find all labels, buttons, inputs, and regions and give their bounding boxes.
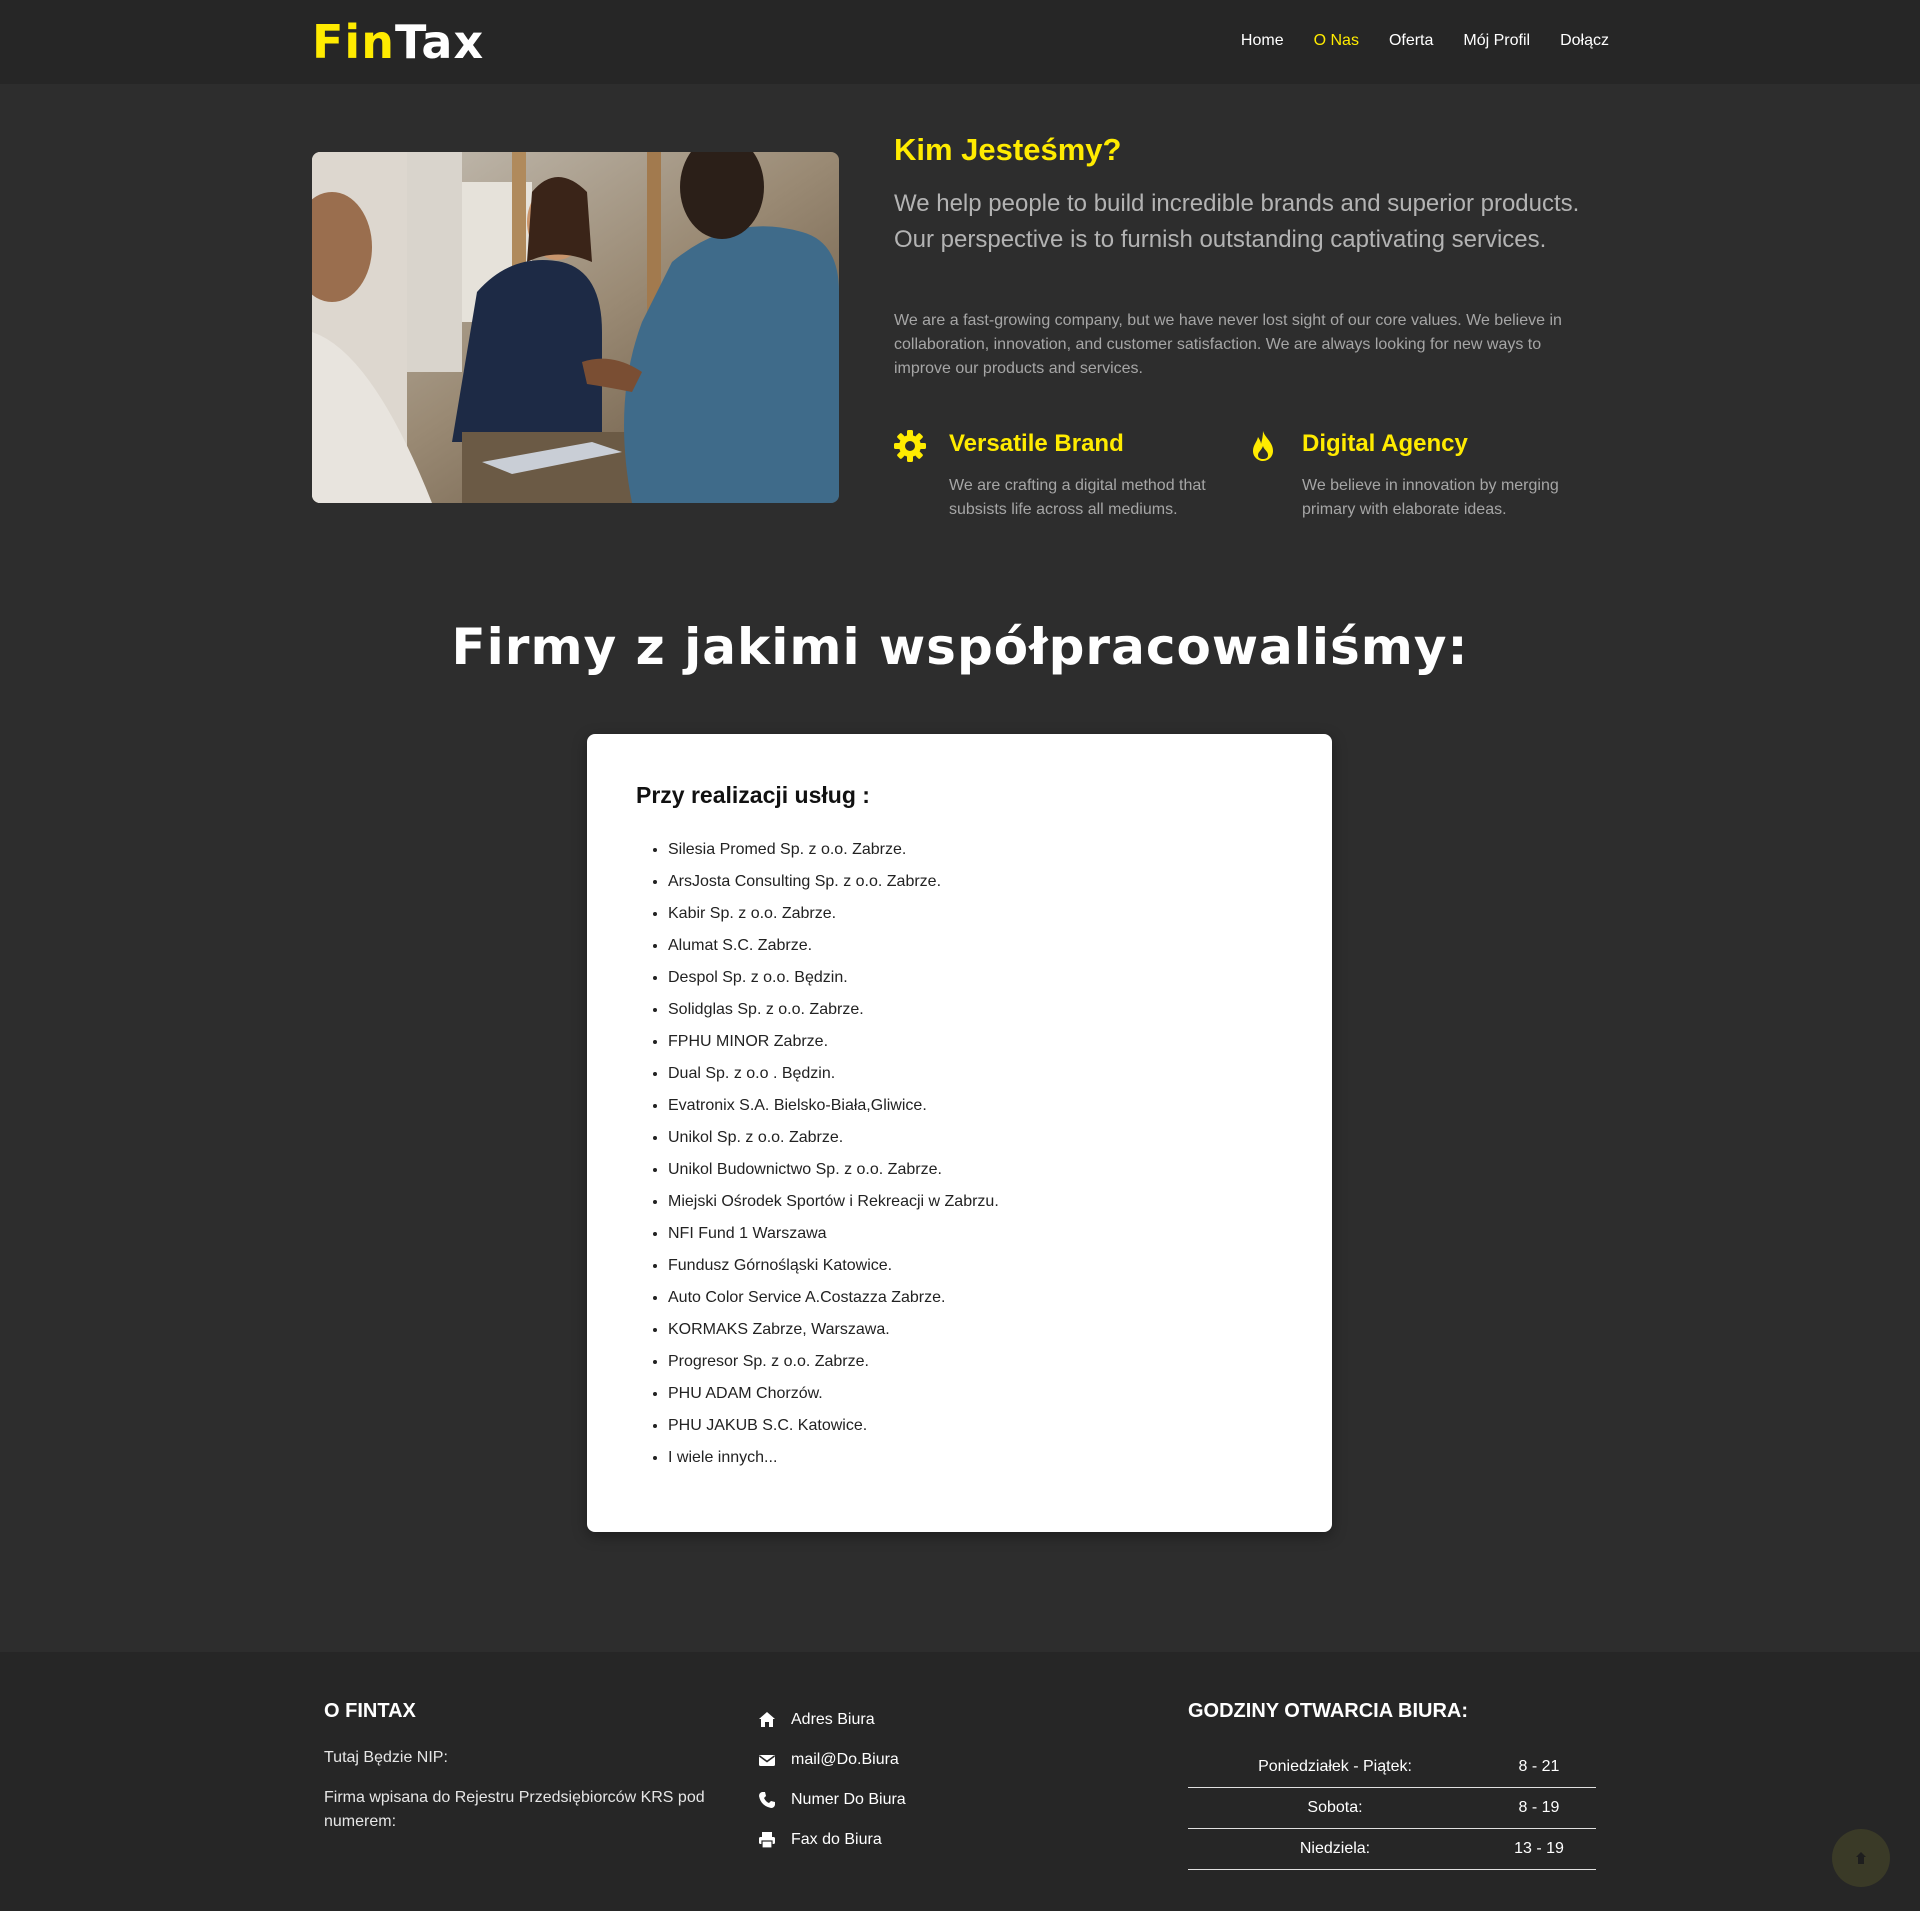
- list-item: Unikol Sp. z o.o. Zabrze.: [668, 1122, 999, 1154]
- list-item: Dual Sp. z o.o . Będzin.: [668, 1058, 999, 1090]
- list-item: Solidglas Sp. z o.o. Zabrze.: [668, 994, 999, 1026]
- table-row: Poniedziałek - Piątek: 8 - 21: [1188, 1747, 1596, 1788]
- contact-email[interactable]: mail@Do.Biura: [758, 1740, 906, 1780]
- contact-address: Adres Biura: [758, 1700, 906, 1740]
- about-lead: We help people to build incredible brand…: [894, 190, 1580, 253]
- feature-text: We believe in innovation by merging prim…: [1302, 477, 1559, 518]
- hours-time: 8 - 21: [1482, 1747, 1596, 1788]
- about-title: Kim Jesteśmy?: [894, 132, 1122, 167]
- hours-time: 13 - 19: [1482, 1828, 1596, 1870]
- list-item: I wiele innych...: [668, 1442, 999, 1474]
- gear-icon: [894, 430, 926, 462]
- list-item: NFI Fund 1 Warszawa: [668, 1218, 999, 1250]
- list-item: Auto Color Service A.Costazza Zabrze.: [668, 1282, 999, 1314]
- list-item: FPHU MINOR Zabrze.: [668, 1026, 999, 1058]
- list-item: PHU JAKUB S.C. Katowice.: [668, 1410, 999, 1442]
- hours-day: Sobota:: [1188, 1787, 1482, 1829]
- contact-label: mail@Do.Biura: [791, 1751, 899, 1768]
- list-item: Unikol Budownictwo Sp. z o.o. Zabrze.: [668, 1154, 999, 1186]
- logo[interactable]: FinTax: [312, 14, 484, 70]
- printer-icon: [759, 1832, 775, 1849]
- nav-oferta[interactable]: Oferta: [1389, 30, 1433, 52]
- site-header: FinTax Home O Nas Oferta Mój Profil Dołą…: [0, 0, 1920, 84]
- footer-nip: Tutaj Będzie NIP:: [324, 1749, 448, 1766]
- list-item: ArsJosta Consulting Sp. z o.o. Zabrze.: [668, 866, 999, 898]
- list-item: Silesia Promed Sp. z o.o. Zabrze.: [668, 834, 999, 866]
- list-item: Fundusz Górnośląski Katowice.: [668, 1250, 999, 1282]
- site-footer: O FINTAX Tutaj Będzie NIP: Firma wpisana…: [0, 1652, 1920, 1911]
- about-text: We are a fast-growing company, but we ha…: [894, 312, 1562, 377]
- list-item: KORMAKS Zabrze, Warszawa.: [668, 1314, 999, 1346]
- nav-dolacz[interactable]: Dołącz: [1560, 30, 1609, 52]
- nav-o-nas[interactable]: O Nas: [1314, 30, 1359, 52]
- contact-phone[interactable]: Numer Do Biura: [758, 1780, 906, 1820]
- main-nav: Home O Nas Oferta Mój Profil Dołącz: [1241, 30, 1609, 52]
- fire-icon: [1247, 430, 1279, 462]
- list-item: Alumat S.C. Zabrze.: [668, 930, 999, 962]
- home-icon: [759, 1712, 775, 1727]
- feature-title: Digital Agency: [1302, 430, 1468, 457]
- footer-about-title: O FINTAX: [324, 1700, 416, 1722]
- partners-list: Silesia Promed Sp. z o.o. Zabrze. ArsJos…: [636, 834, 999, 1474]
- list-item: Miejski Ośrodek Sportów i Rekreacji w Za…: [668, 1186, 999, 1218]
- list-item: Progresor Sp. z o.o. Zabrze.: [668, 1346, 999, 1378]
- phone-icon: [759, 1792, 775, 1808]
- list-item: Evatronix S.A. Bielsko-Biała,Gliwice.: [668, 1090, 999, 1122]
- envelope-icon: [759, 1755, 775, 1766]
- hours-table: Poniedziałek - Piątek: 8 - 21 Sobota: 8 …: [1188, 1747, 1596, 1870]
- partners-card: Przy realizacji usług : Silesia Promed S…: [587, 734, 1332, 1532]
- list-item: Despol Sp. z o.o. Będzin.: [668, 962, 999, 994]
- footer-krs: Firma wpisana do Rejestru Przedsiębiorcó…: [324, 1789, 705, 1830]
- hours-time: 8 - 19: [1482, 1787, 1596, 1829]
- list-item: PHU ADAM Chorzów.: [668, 1378, 999, 1410]
- feature-text: We are crafting a digital method that su…: [949, 477, 1206, 518]
- list-item: Kabir Sp. z o.o. Zabrze.: [668, 898, 999, 930]
- partners-title: Firmy z jakimi współpracowaliśmy:: [451, 618, 1469, 676]
- feature-title: Versatile Brand: [949, 430, 1124, 457]
- hours-day: Poniedziałek - Piątek:: [1188, 1747, 1482, 1788]
- nav-moj-profil[interactable]: Mój Profil: [1463, 30, 1530, 52]
- scroll-to-top-button[interactable]: [1832, 1829, 1890, 1887]
- table-row: Sobota: 8 - 19: [1188, 1787, 1596, 1829]
- contact-label: Fax do Biura: [791, 1831, 882, 1848]
- nav-home[interactable]: Home: [1241, 30, 1284, 52]
- contact-label: Adres Biura: [791, 1711, 875, 1728]
- hours-title: GODZINY OTWARCIA BIURA:: [1188, 1700, 1468, 1722]
- hours-day: Niedziela:: [1188, 1828, 1482, 1870]
- about-image: [312, 152, 839, 503]
- arrow-up-icon: [1856, 1852, 1866, 1864]
- table-row: Niedziela: 13 - 19: [1188, 1828, 1596, 1870]
- partners-card-title: Przy realizacji usług :: [636, 782, 870, 808]
- footer-contact: Adres Biura mail@Do.Biura Numer Do Biura…: [758, 1700, 906, 1860]
- contact-fax: Fax do Biura: [758, 1820, 906, 1860]
- contact-label: Numer Do Biura: [791, 1791, 906, 1808]
